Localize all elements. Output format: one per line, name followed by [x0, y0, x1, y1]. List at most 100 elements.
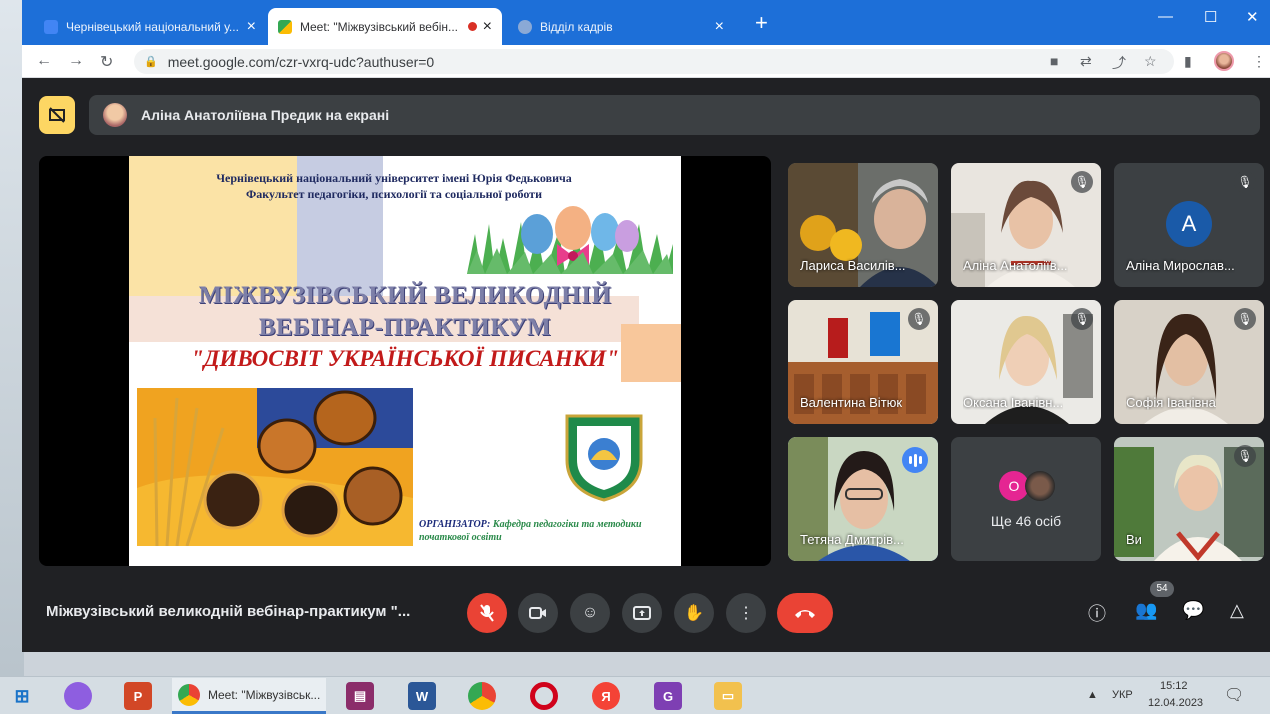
- participant-name: Аліна Анатоліїв...: [963, 258, 1068, 273]
- participant-tile[interactable]: 🎙 Оксана Іванівн...: [951, 300, 1101, 424]
- presenter-avatar: [103, 103, 127, 127]
- meet-favicon-icon: [278, 19, 292, 34]
- more-participants-label: Ще 46 осіб: [990, 513, 1062, 529]
- slide-subtitle: "ДИВОСВІТ УКРАЇНСЬКОЇ ПИСАНКИ": [191, 346, 619, 371]
- participant-tile[interactable]: 🎙 Софія Іванівна: [1114, 300, 1264, 424]
- participant-tile[interactable]: 🎙 A Аліна Мирослав...: [1114, 163, 1264, 287]
- new-tab-button[interactable]: +: [755, 12, 768, 34]
- mic-off-icon: [480, 604, 494, 622]
- activities-icon[interactable]: △: [1230, 600, 1244, 621]
- back-icon[interactable]: ←: [36, 52, 52, 70]
- easter-eggs-grass-image: [467, 206, 673, 274]
- reload-icon[interactable]: ↻: [100, 52, 113, 72]
- slide-title-line1: МІЖВУЗІВСЬКИЙ ВЕЛИКОДНІЙ: [198, 282, 612, 309]
- people-icon[interactable]: 👥: [1135, 600, 1157, 621]
- camera-toggle-button[interactable]: [518, 593, 558, 633]
- tab-title: Відділ кадрів: [540, 19, 613, 34]
- present-now-button[interactable]: [622, 593, 662, 633]
- maximize-icon[interactable]: ☐: [1204, 8, 1217, 26]
- meeting-details-icon[interactable]: ⓘ: [1088, 600, 1106, 626]
- tab-title: Meet: "Міжвузівський вебін...: [300, 19, 459, 34]
- mic-off-icon: 🎙: [1071, 171, 1093, 193]
- share-icon[interactable]: ⤴: [1112, 53, 1126, 73]
- slide-university: Чернівецький національний університет ім…: [216, 171, 572, 185]
- presenter-text: Аліна Анатоліївна Предик на екрані: [141, 107, 390, 123]
- leave-call-button[interactable]: [777, 593, 833, 633]
- close-tab-icon[interactable]: ×: [715, 18, 724, 35]
- participant-tile-speaking[interactable]: Тетяна Дмитрів...: [788, 437, 938, 561]
- emoji-icon: ☺: [581, 604, 599, 621]
- menu-dots-icon[interactable]: ⋮: [1252, 53, 1266, 70]
- slide-organizer: ОРГАНІЗАТОР: Кафедра педагогіки та метод…: [419, 518, 671, 544]
- start-windows-icon[interactable]: ⊞: [8, 682, 36, 710]
- tray-arrow-icon[interactable]: ▲: [1087, 689, 1098, 701]
- mic-toggle-button[interactable]: [467, 593, 507, 633]
- present-off-icon: [49, 107, 65, 123]
- stop-presenting-button[interactable]: [39, 96, 75, 134]
- minimize-icon[interactable]: —: [1158, 8, 1173, 25]
- raise-hand-button[interactable]: ✋: [674, 593, 714, 633]
- participant-name: Оксана Іванівн...: [963, 395, 1064, 410]
- chrome-icon[interactable]: [468, 682, 496, 710]
- department-logo-icon: [565, 414, 643, 502]
- participant-tile[interactable]: 🎙 Валентина Вітюк: [788, 300, 938, 424]
- language-indicator[interactable]: УКР: [1112, 689, 1133, 701]
- meeting-title: Міжвузівський великодній вебінар-практик…: [46, 603, 411, 620]
- hand-icon: ✋: [684, 605, 704, 622]
- slide-faculty: Факультет педагогіки, психології та соці…: [245, 187, 542, 201]
- present-screen-icon: [633, 606, 651, 620]
- presenter-banner: Аліна Анатоліївна Предик на екрані: [89, 95, 1260, 135]
- taskbar-window-title: Meet: "Міжвузівськ...: [208, 687, 321, 702]
- participant-tile[interactable]: Лариса Василів...: [788, 163, 938, 287]
- bookmark-star-icon[interactable]: ☆: [1144, 53, 1157, 70]
- speaking-indicator-icon: [902, 447, 928, 473]
- app-g-icon[interactable]: G: [654, 682, 682, 710]
- notifications-icon[interactable]: 🗨: [1224, 685, 1244, 705]
- mic-off-icon: 🎙: [1234, 171, 1256, 193]
- participant-count-badge: 54: [1150, 581, 1174, 597]
- participant-name: Валентина Вітюк: [800, 395, 903, 410]
- self-tile[interactable]: 🎙 Ви: [1114, 437, 1264, 561]
- powerpoint-icon[interactable]: P: [124, 682, 152, 710]
- profile-avatar[interactable]: [1214, 51, 1234, 71]
- close-window-icon[interactable]: ✕: [1246, 8, 1259, 26]
- chrome-icon: [178, 683, 200, 706]
- participant-avatar-photo: [1025, 471, 1055, 501]
- sidepanel-icon[interactable]: ▮: [1184, 53, 1192, 70]
- opera-icon[interactable]: [530, 682, 558, 710]
- more-options-button[interactable]: ⋮: [726, 593, 766, 633]
- recording-dot-icon: [467, 22, 477, 31]
- presentation-stage: Чернівецький національний університет ім…: [39, 156, 771, 566]
- winrar-icon[interactable]: ▤: [346, 682, 374, 710]
- more-participants-tile[interactable]: О Ще 46 осіб: [951, 437, 1101, 561]
- camera-permission-icon[interactable]: ■: [1050, 53, 1058, 69]
- participant-tile[interactable]: 🎙 Аліна Анатоліїв...: [951, 163, 1101, 287]
- participant-name: Ви: [1126, 532, 1142, 547]
- tab-hr[interactable]: Відділ кадрів ×: [508, 8, 734, 45]
- mic-off-icon: 🎙: [1234, 308, 1256, 330]
- mic-off-icon: 🎙: [908, 308, 930, 330]
- forward-icon[interactable]: →: [68, 52, 84, 70]
- close-tab-icon[interactable]: ×: [247, 18, 256, 35]
- file-explorer-icon[interactable]: ▭: [714, 682, 742, 710]
- clock-date[interactable]: 12.04.2023: [1148, 697, 1203, 709]
- tab-university[interactable]: Чернівецький національний у... ×: [34, 8, 266, 45]
- organizer-label: ОРГАНІЗАТОР:: [419, 519, 491, 530]
- translate-icon[interactable]: ⇄: [1080, 53, 1092, 70]
- taskbar-meet-window[interactable]: Meet: "Міжвузівськ...: [172, 678, 326, 714]
- tab-meet[interactable]: Meet: "Міжвузівський вебін... ×: [268, 8, 502, 45]
- lock-icon: 🔒: [144, 56, 158, 68]
- close-tab-icon[interactable]: ×: [483, 18, 492, 35]
- url-text: meet.google.com/czr-vxrq-udc?authuser=0: [167, 53, 435, 70]
- tab-bar: Чернівецький національний у... × Meet: "…: [22, 0, 1270, 45]
- assistant-icon[interactable]: [64, 682, 92, 710]
- clock-time[interactable]: 15:12: [1160, 680, 1188, 692]
- word-icon[interactable]: W: [408, 682, 436, 710]
- chat-icon[interactable]: 💬: [1182, 600, 1204, 621]
- camera-icon: [529, 607, 546, 619]
- reactions-button[interactable]: ☺: [570, 593, 610, 633]
- windows-taskbar: ⊞ P Meet: "Міжвузівськ... ▤ W Я G ▭ ▲ УК…: [0, 676, 1270, 714]
- address-bar[interactable]: 🔒 meet.google.com/czr-vxrq-udc?authuser=…: [134, 49, 1174, 74]
- desktop-background: [0, 0, 24, 676]
- yandex-icon[interactable]: Я: [592, 682, 620, 710]
